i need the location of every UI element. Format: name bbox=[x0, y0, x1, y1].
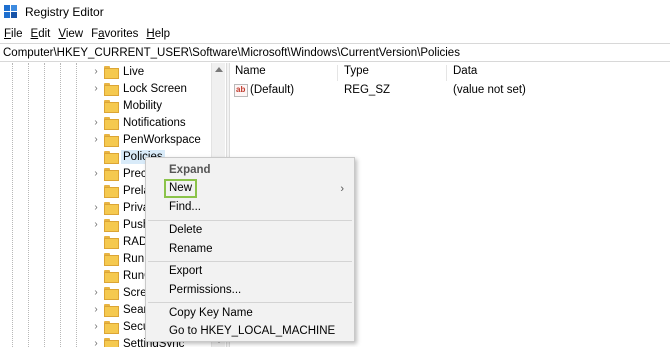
tree-item[interactable]: Run bbox=[92, 250, 146, 267]
menu-separator bbox=[148, 261, 352, 262]
folder-icon bbox=[104, 219, 119, 232]
menu-favorites[interactable]: Favorites bbox=[91, 28, 138, 40]
folder-icon bbox=[104, 117, 119, 130]
menu-help[interactable]: Help bbox=[146, 28, 170, 40]
menu-edit[interactable]: Edit bbox=[31, 28, 51, 40]
menu-bar: File Edit View Favorites Help bbox=[0, 25, 670, 42]
folder-icon bbox=[104, 338, 119, 347]
tree-guide-line bbox=[76, 63, 77, 347]
column-divider[interactable] bbox=[337, 65, 338, 81]
folder-icon bbox=[104, 236, 119, 249]
folder-icon bbox=[104, 202, 119, 215]
menu-separator bbox=[148, 220, 352, 221]
tree-item-label[interactable]: Run bbox=[121, 252, 146, 266]
tree-guide-line bbox=[44, 63, 45, 347]
chevron-right-icon[interactable]: › bbox=[92, 117, 100, 128]
folder-icon bbox=[104, 321, 119, 334]
folder-icon bbox=[104, 185, 119, 198]
chevron-right-icon[interactable]: › bbox=[92, 219, 100, 230]
chevron-right-icon[interactable]: › bbox=[92, 83, 100, 94]
folder-icon bbox=[104, 83, 119, 96]
chevron-right-icon[interactable]: › bbox=[92, 338, 100, 347]
menu-item-delete[interactable]: Delete bbox=[169, 224, 202, 236]
chevron-right-icon[interactable]: › bbox=[92, 168, 100, 179]
scroll-up-icon[interactable] bbox=[215, 67, 223, 72]
tree-item[interactable]: Prela bbox=[92, 182, 152, 199]
column-header-data[interactable]: Data bbox=[453, 65, 477, 77]
registry-editor-icon bbox=[4, 4, 19, 20]
folder-icon bbox=[104, 151, 119, 164]
tree-item[interactable]: › Sear bbox=[92, 301, 149, 318]
folder-icon bbox=[104, 134, 119, 147]
tree-item[interactable]: › PenWorkspace bbox=[92, 131, 203, 148]
chevron-right-icon[interactable]: › bbox=[92, 287, 100, 298]
string-value-icon: ab bbox=[234, 84, 248, 97]
folder-icon bbox=[104, 287, 119, 300]
menu-item-rename[interactable]: Rename bbox=[169, 243, 212, 255]
tree-item[interactable]: › Precl bbox=[92, 165, 151, 182]
menu-separator bbox=[148, 302, 352, 303]
table-row[interactable]: ab (Default) REG_SZ (value not set) bbox=[231, 83, 670, 100]
tree-guide-line bbox=[60, 63, 61, 347]
context-menu: Expand New › Find... Delete Rename Expor… bbox=[145, 157, 355, 342]
value-data: (value not set) bbox=[453, 84, 526, 96]
menu-file[interactable]: File bbox=[4, 28, 23, 40]
chevron-right-icon[interactable]: › bbox=[92, 202, 100, 213]
folder-icon bbox=[104, 66, 119, 79]
tree-item-label[interactable]: Notifications bbox=[121, 116, 188, 130]
menu-view[interactable]: View bbox=[58, 28, 83, 40]
tree-item[interactable]: Mobility bbox=[92, 97, 164, 114]
folder-icon bbox=[104, 100, 119, 113]
chevron-right-icon[interactable]: › bbox=[92, 134, 100, 145]
tree-item-label[interactable]: Mobility bbox=[121, 99, 164, 113]
column-header-name[interactable]: Name bbox=[235, 65, 266, 77]
tree-item[interactable]: › Notifications bbox=[92, 114, 188, 131]
chevron-right-icon[interactable]: › bbox=[92, 304, 100, 315]
address-bar[interactable]: Computer\HKEY_CURRENT_USER\Software\Micr… bbox=[0, 43, 670, 62]
chevron-right-icon[interactable]: › bbox=[92, 66, 100, 77]
window-title: Registry Editor bbox=[25, 5, 104, 19]
tree-item[interactable]: › Push bbox=[92, 216, 151, 233]
column-header-type[interactable]: Type bbox=[344, 65, 369, 77]
folder-icon bbox=[104, 270, 119, 283]
chevron-right-icon[interactable]: › bbox=[92, 321, 100, 332]
folder-icon bbox=[104, 253, 119, 266]
tree-item[interactable]: › Lock Screen bbox=[92, 80, 189, 97]
folder-icon bbox=[104, 168, 119, 181]
menu-item-copy-key-name[interactable]: Copy Key Name bbox=[169, 307, 253, 319]
address-path[interactable]: Computer\HKEY_CURRENT_USER\Software\Micr… bbox=[3, 47, 460, 59]
column-divider[interactable] bbox=[446, 65, 447, 81]
tree-item-label[interactable]: Live bbox=[121, 65, 146, 79]
list-header: Name Type Data bbox=[231, 65, 670, 81]
tree-item[interactable]: › Priva bbox=[92, 199, 151, 216]
tree-item-label[interactable]: Lock Screen bbox=[121, 82, 189, 96]
value-name[interactable]: (Default) bbox=[250, 84, 294, 96]
tree-guide-line bbox=[12, 63, 13, 347]
value-type: REG_SZ bbox=[344, 84, 391, 96]
tree-guide-line bbox=[28, 63, 29, 347]
menu-item-permissions[interactable]: Permissions... bbox=[169, 284, 241, 296]
tree-item[interactable]: › Secu bbox=[92, 318, 151, 335]
highlight-box bbox=[164, 179, 197, 198]
menu-item-expand[interactable]: Expand bbox=[169, 164, 211, 176]
title-bar: Registry Editor bbox=[0, 0, 670, 24]
menu-item-find[interactable]: Find... bbox=[169, 201, 201, 213]
folder-icon bbox=[104, 304, 119, 317]
menu-item-goto-hklm[interactable]: Go to HKEY_LOCAL_MACHINE bbox=[169, 325, 335, 337]
tree-item-label[interactable]: PenWorkspace bbox=[121, 133, 203, 147]
tree-item[interactable]: › Live bbox=[92, 63, 146, 80]
menu-item-export[interactable]: Export bbox=[169, 265, 202, 277]
submenu-arrow-icon: › bbox=[340, 183, 344, 195]
